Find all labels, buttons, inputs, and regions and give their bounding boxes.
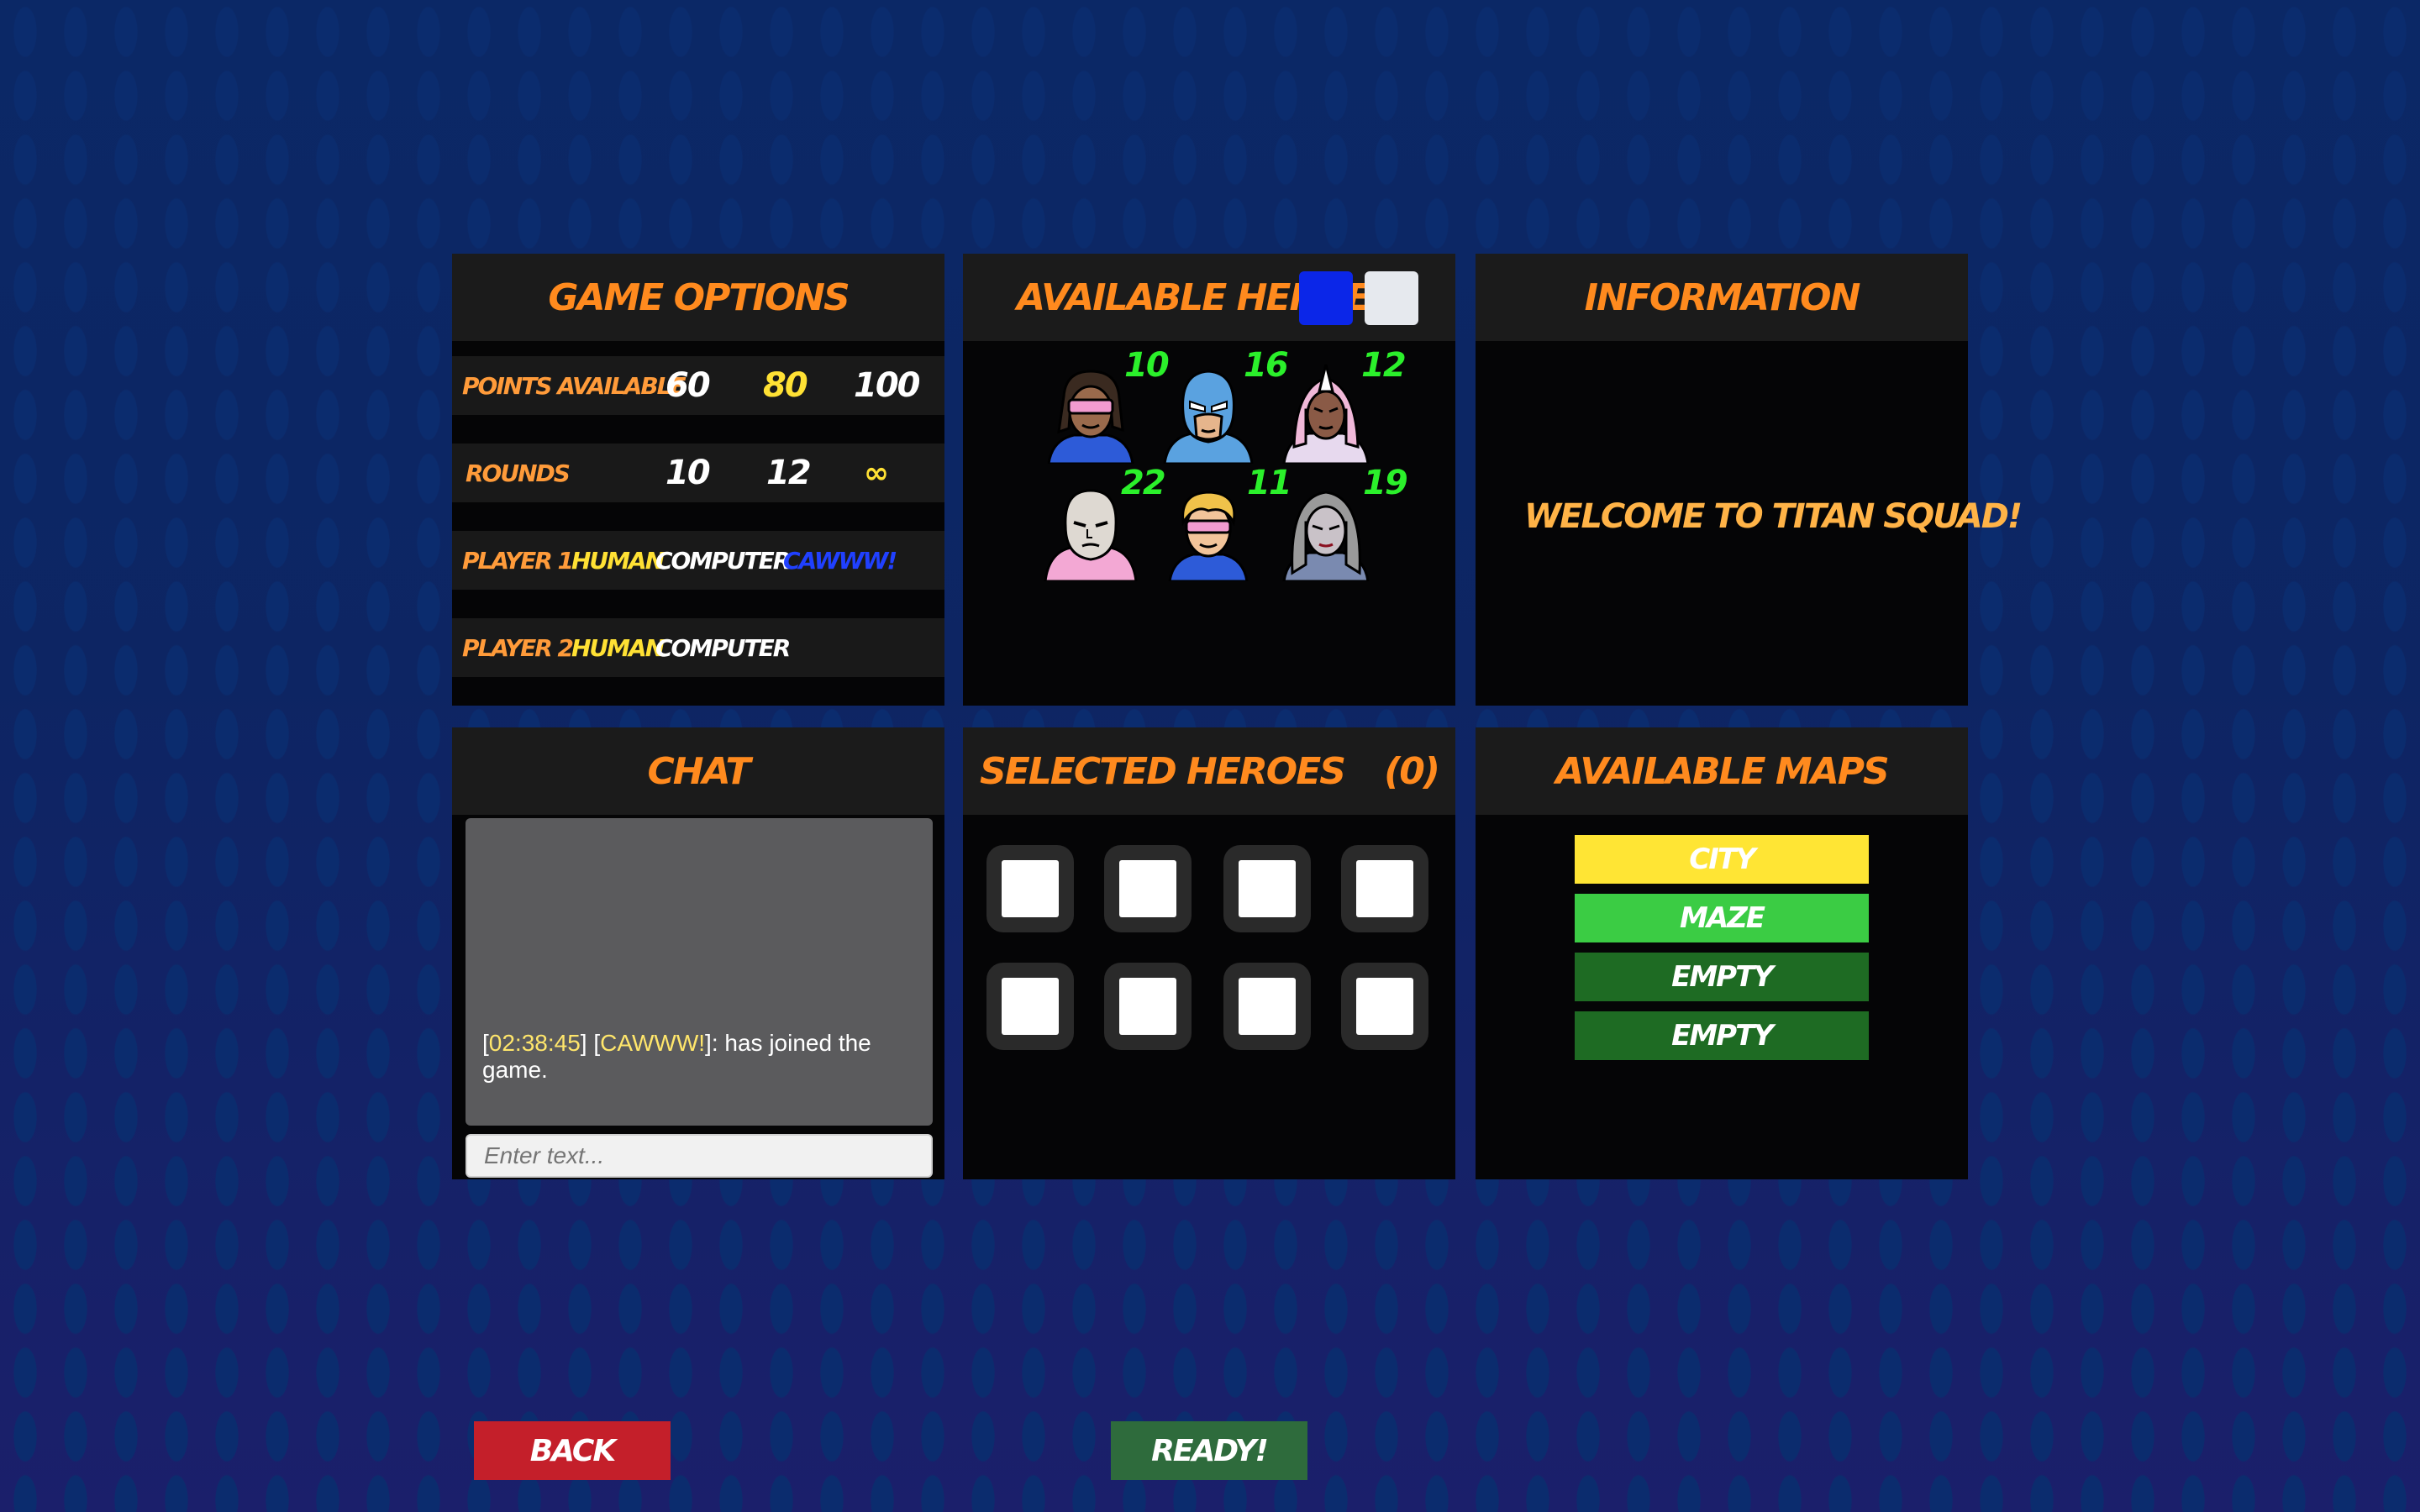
hero-cost: 12 — [1361, 346, 1407, 385]
player1-row: PLAYER 1 HUMAN COMPUTER CAWWW! — [452, 531, 944, 590]
available-maps-title: AVAILABLE MAPS — [1476, 727, 1968, 815]
player1-label: PLAYER 1 — [462, 546, 574, 575]
hero-slot[interactable] — [1104, 963, 1192, 1050]
team-color-white[interactable] — [1365, 271, 1418, 325]
team-color-blue[interactable] — [1299, 271, 1353, 325]
selected-heroes-panel: SELECTED HEROES (0) — [963, 727, 1455, 1179]
chat-input[interactable] — [466, 1134, 933, 1178]
map-maze-button[interactable]: MAZE — [1575, 894, 1869, 942]
rounds-option-12[interactable]: 12 — [766, 444, 812, 502]
chat-title: CHAT — [452, 727, 944, 815]
information-panel: INFORMATION WELCOME TO TITAN SQUAD! — [1476, 254, 2023, 706]
hero-slot[interactable] — [986, 845, 1074, 932]
hero-slot[interactable] — [1223, 845, 1311, 932]
selected-heroes-title: SELECTED HEROES — [980, 749, 1346, 793]
information-message: WELCOME TO TITAN SQUAD! — [1524, 497, 2023, 536]
chat-message-time: 02:38:45 — [488, 1030, 581, 1056]
selected-heroes-header: SELECTED HEROES (0) — [963, 727, 1455, 815]
map-empty-button[interactable]: EMPTY — [1575, 1011, 1869, 1060]
available-heroes-panel: AVAILABLE HEROES 10 16 12 22 11 19 — [963, 254, 1455, 706]
points-available-row: POINTS AVAILABLE 60 80 100 — [452, 356, 944, 415]
game-options-panel: GAME OPTIONS POINTS AVAILABLE 60 80 100 … — [452, 254, 944, 706]
back-button[interactable]: BACK — [474, 1421, 671, 1480]
player1-option-human[interactable]: HUMAN — [571, 531, 665, 590]
hero-slot[interactable] — [1223, 963, 1311, 1050]
rounds-row: ROUNDS 10 12 ∞ — [452, 444, 944, 502]
points-option-100[interactable]: 100 — [854, 356, 920, 415]
hero-slot[interactable] — [1104, 845, 1192, 932]
game-options-title: GAME OPTIONS — [452, 254, 944, 341]
hero-grey-haired-woman-portrait[interactable] — [1276, 480, 1376, 583]
rounds-option-10[interactable]: 10 — [666, 444, 711, 502]
player2-option-human[interactable]: HUMAN — [571, 618, 665, 677]
map-city-button[interactable]: CITY — [1575, 835, 1869, 884]
hero-slot[interactable] — [986, 963, 1074, 1050]
player2-option-computer[interactable]: COMPUTER — [655, 618, 791, 677]
map-empty-button[interactable]: EMPTY — [1575, 953, 1869, 1001]
hero-cost: 19 — [1363, 464, 1408, 502]
hero-slot[interactable] — [1341, 845, 1428, 932]
points-available-label: POINTS AVAILABLE — [462, 371, 687, 400]
chat-message: [02:38:45] [CAWWW!]: has joined the game… — [482, 1030, 871, 1083]
points-option-60[interactable]: 60 — [666, 356, 711, 415]
hero-slot[interactable] — [1341, 963, 1428, 1050]
ready-button[interactable]: READY! — [1111, 1421, 1307, 1480]
rounds-option-infinite[interactable]: ∞ — [864, 444, 889, 502]
selected-heroes-count: (0) — [1384, 749, 1440, 793]
chat-log[interactable]: [02:38:45] [CAWWW!]: has joined the game… — [466, 818, 933, 1126]
information-title: INFORMATION — [1476, 254, 1968, 341]
rounds-label: ROUNDS — [466, 459, 571, 487]
points-option-80[interactable]: 80 — [763, 356, 808, 415]
player1-name: CAWWW! — [783, 546, 897, 575]
chat-message-user: CAWWW! — [600, 1030, 706, 1056]
player1-option-computer[interactable]: COMPUTER — [655, 531, 791, 590]
player2-row: PLAYER 2 HUMAN COMPUTER — [452, 618, 944, 677]
hero-blonde-visor-portrait[interactable] — [1158, 480, 1259, 583]
chat-panel: CHAT [02:38:45] [CAWWW!]: has joined the… — [452, 727, 944, 1179]
player2-label: PLAYER 2 — [462, 633, 574, 662]
available-heroes-header: AVAILABLE HEROES — [963, 254, 1455, 341]
